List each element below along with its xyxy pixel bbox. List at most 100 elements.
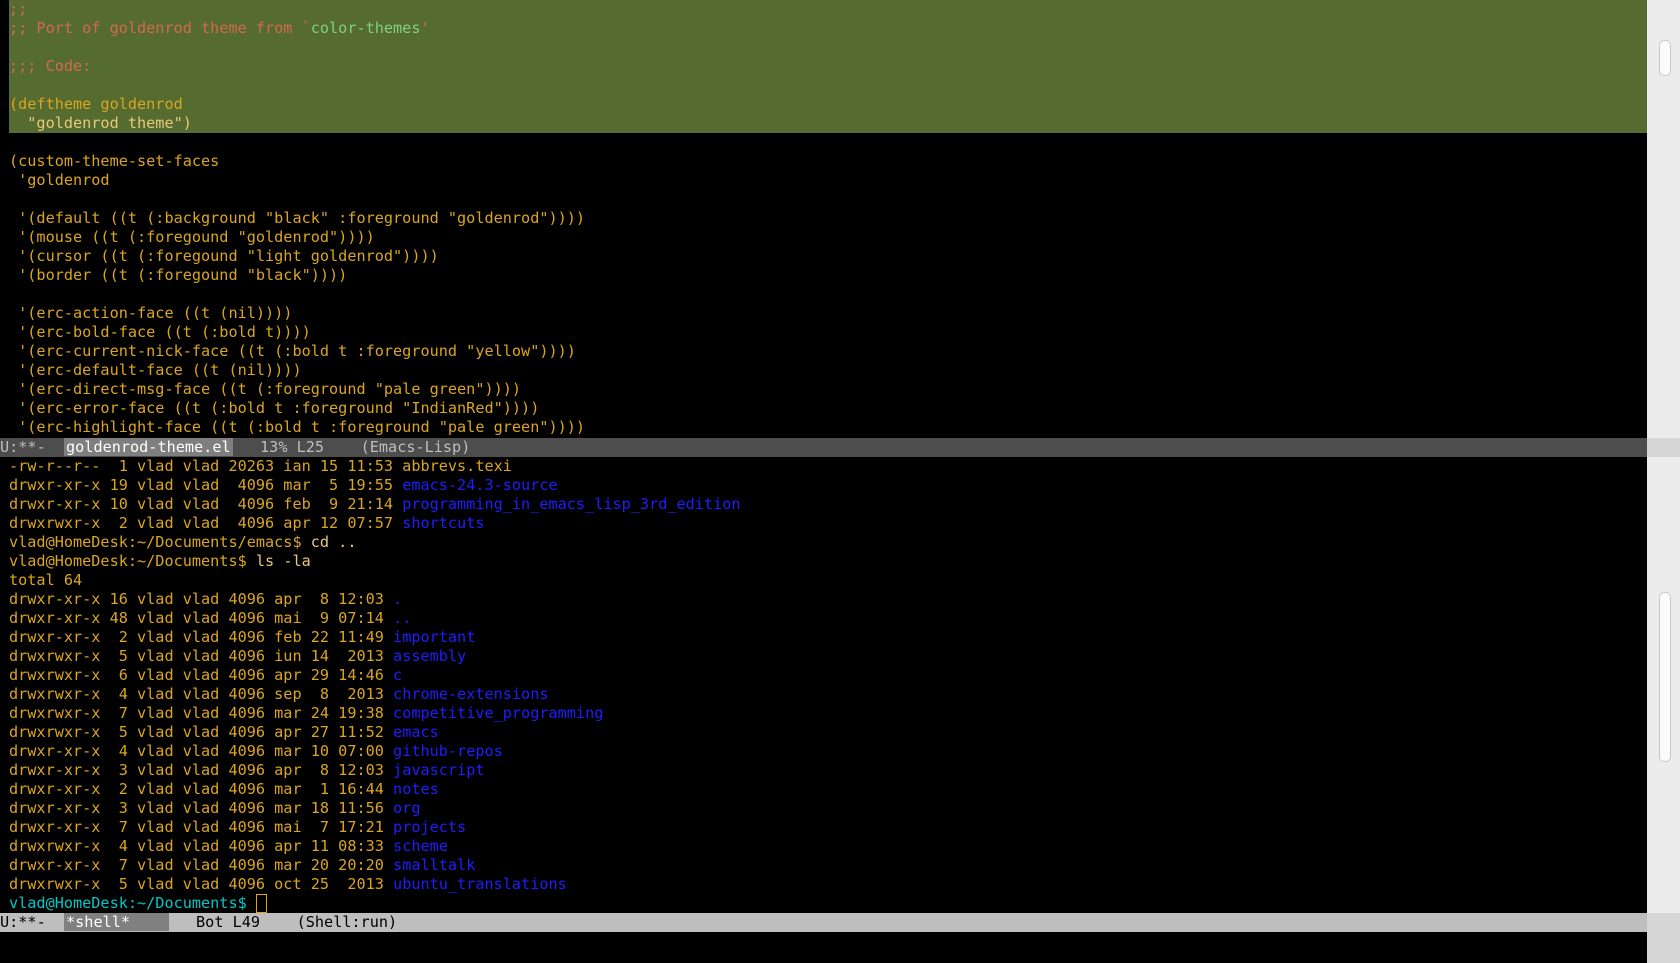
shell-line[interactable]: drwxr-xr-x 10 vlad vlad 4096 feb 9 21:14…	[9, 495, 1647, 514]
source-line[interactable]: "goldenrod theme")	[9, 114, 1647, 133]
mode-line-theme-buffer[interactable]: U:**- goldenrod-theme.el 13% L25 (Emacs-…	[0, 438, 1680, 457]
source-line[interactable]: '(erc-error-face ((t (:bold t :foregroun…	[9, 399, 1647, 418]
source-line[interactable]	[9, 133, 1647, 152]
mode-line-buffer-name[interactable]: goldenrod-theme.el	[64, 438, 233, 456]
shell-line-text: competitive_programming	[393, 704, 604, 722]
mode-line-major-mode[interactable]: (Emacs-Lisp)	[361, 438, 471, 456]
shell-line-text: total 64	[9, 571, 83, 589]
source-line[interactable]: '(cursor ((t (:foregound "light goldenro…	[9, 247, 1647, 266]
shell-scrollbar-thumb[interactable]	[1659, 592, 1671, 762]
source-line[interactable]: '(erc-action-face ((t (nil))))	[9, 304, 1647, 323]
shell-line[interactable]: drwxrwxr-x 4 vlad vlad 4096 apr 11 08:33…	[9, 837, 1647, 856]
source-line-text: (custom-theme-set-faces	[9, 152, 220, 170]
shell-line-text: emacs	[393, 723, 439, 741]
theme-source-buffer[interactable]: ;;;; Port of goldenrod theme from `color…	[9, 0, 1647, 437]
source-line[interactable]: '(mouse ((t (:foregound "goldenrod"))))	[9, 228, 1647, 247]
shell-line[interactable]: drwxr-xr-x 4 vlad vlad 4096 mar 10 07:00…	[9, 742, 1647, 761]
source-line[interactable]: (custom-theme-set-faces	[9, 152, 1647, 171]
shell-line[interactable]: drwxr-xr-x 19 vlad vlad 4096 mar 5 19:55…	[9, 476, 1647, 495]
source-line-text: "goldenrod theme")	[9, 114, 192, 132]
shell-line-text: github-repos	[393, 742, 503, 760]
source-line[interactable]: '(erc-bold-face ((t (:bold t))))	[9, 323, 1647, 342]
source-line-text: '(erc-default-face ((t (nil))))	[9, 361, 302, 379]
shell-line-text: drwxr-xr-x 10 vlad vlad 4096 feb 9 21:14	[9, 495, 403, 513]
shell-line-text: drwxrwxr-x 5 vlad vlad 4096 apr 27 11:52	[9, 723, 394, 741]
mode-line-status: U:**-	[0, 913, 65, 931]
shell-line[interactable]: drwxrwxr-x 5 vlad vlad 4096 oct 25 2013 …	[9, 875, 1647, 894]
shell-line[interactable]: -rw-r--r-- 1 vlad vlad 20263 ian 15 11:5…	[9, 457, 1647, 476]
theme-editor-window[interactable]: ;;;; Port of goldenrod theme from `color…	[9, 0, 1647, 438]
source-line-text: '(erc-bold-face ((t (:bold t))))	[9, 323, 311, 341]
shell-line[interactable]: drwxrwxr-x 6 vlad vlad 4096 apr 29 14:46…	[9, 666, 1647, 685]
shell-line[interactable]: vlad@HomeDesk:~/Documents$	[9, 894, 1647, 913]
source-line[interactable]: '(default ((t (:background "black" :fore…	[9, 209, 1647, 228]
source-line[interactable]: ;;	[9, 0, 1647, 19]
source-line-text: '	[420, 19, 430, 37]
shell-line-text: drwxr-xr-x 2 vlad vlad 4096 mar 1 16:44	[9, 780, 394, 798]
shell-line-text: vlad@HomeDesk:~/Documents$	[9, 552, 256, 570]
shell-line-text: drwxrwxr-x 6 vlad vlad 4096 apr 29 14:46	[9, 666, 394, 684]
shell-line-text: ls -la	[255, 552, 311, 570]
shell-line-text: ubuntu_translations	[393, 875, 567, 893]
source-line[interactable]: '(erc-default-face ((t (nil))))	[9, 361, 1647, 380]
source-line[interactable]	[9, 190, 1647, 209]
source-line-text: ;;	[9, 0, 28, 18]
source-line-text: (deftheme goldenrod	[9, 95, 183, 113]
shell-line-text: notes	[393, 780, 439, 798]
mode-line-shell-buffer[interactable]: U:**- *shell* Bot L49 (Shell:run)	[0, 913, 1680, 932]
shell-line-text: drwxr-xr-x 3 vlad vlad 4096 mar 18 11:56	[9, 799, 394, 817]
source-line[interactable]: 'goldenrod	[9, 171, 1647, 190]
source-line-text: '(border ((t (:foregound "black"))))	[9, 266, 348, 284]
source-line[interactable]: '(erc-highlight-face ((t (:bold t :foreg…	[9, 418, 1647, 437]
mode-line-major-mode[interactable]: (Shell:run)	[297, 913, 398, 931]
shell-line[interactable]: drwxrwxr-x 2 vlad vlad 4096 apr 12 07:57…	[9, 514, 1647, 533]
shell-line[interactable]: drwxrwxr-x 4 vlad vlad 4096 sep 8 2013 c…	[9, 685, 1647, 704]
shell-window[interactable]: -rw-r--r-- 1 vlad vlad 20263 ian 15 11:5…	[9, 457, 1647, 913]
shell-line-text: cd ..	[310, 533, 357, 551]
shell-line[interactable]: drwxr-xr-x 48 vlad vlad 4096 mai 9 07:14…	[9, 609, 1647, 628]
source-line[interactable]: ;;; Code:	[9, 57, 1647, 76]
shell-line-text: drwxrwxr-x 4 vlad vlad 4096 sep 8 2013	[9, 685, 394, 703]
shell-line[interactable]: drwxrwxr-x 5 vlad vlad 4096 apr 27 11:52…	[9, 723, 1647, 742]
source-line[interactable]	[9, 285, 1647, 304]
source-line[interactable]	[9, 76, 1647, 95]
theme-scrollbar-thumb[interactable]	[1659, 40, 1671, 76]
shell-line[interactable]: drwxrwxr-x 5 vlad vlad 4096 iun 14 2013 …	[9, 647, 1647, 666]
source-line[interactable]: '(erc-current-nick-face ((t (:bold t :fo…	[9, 342, 1647, 361]
shell-line[interactable]: drwxr-xr-x 7 vlad vlad 4096 mar 20 20:20…	[9, 856, 1647, 875]
source-line-text: '(mouse ((t (:foregound "goldenrod"))))	[9, 228, 375, 246]
mode-line-buffer-name[interactable]: *shell*	[64, 913, 169, 931]
source-line[interactable]: (deftheme goldenrod	[9, 95, 1647, 114]
shell-line-text: emacs-24.3-source	[402, 476, 558, 494]
shell-line[interactable]: drwxr-xr-x 3 vlad vlad 4096 apr 8 12:03 …	[9, 761, 1647, 780]
shell-buffer-scrollbar[interactable]	[1647, 457, 1680, 913]
shell-line[interactable]: drwxr-xr-x 7 vlad vlad 4096 mai 7 17:21 …	[9, 818, 1647, 837]
bottom-scroll-corner	[1647, 913, 1680, 963]
mode-line-status: U:**-	[0, 438, 65, 456]
shell-line[interactable]: vlad@HomeDesk:~/Documents/emacs$ cd ..	[9, 533, 1647, 552]
shell-line[interactable]: drwxr-xr-x 2 vlad vlad 4096 mar 1 16:44 …	[9, 780, 1647, 799]
shell-line-text: drwxr-xr-x 19 vlad vlad 4096 mar 5 19:55	[9, 476, 403, 494]
source-line[interactable]	[9, 38, 1647, 57]
shell-line-text: important	[393, 628, 476, 646]
shell-line-text: drwxr-xr-x 16 vlad vlad 4096 apr 8 12:03	[9, 590, 394, 608]
shell-line-text: drwxrwxr-x 2 vlad vlad 4096 apr 12 07:57	[9, 514, 403, 532]
shell-line[interactable]: drwxr-xr-x 16 vlad vlad 4096 apr 8 12:03…	[9, 590, 1647, 609]
source-line[interactable]: '(border ((t (:foregound "black"))))	[9, 266, 1647, 285]
shell-line-text: org	[393, 799, 421, 817]
emacs-frame: ;;;; Port of goldenrod theme from `color…	[0, 0, 1647, 963]
shell-line-text: vlad@HomeDesk:~/Documents/emacs$	[9, 533, 311, 551]
shell-line-text: projects	[393, 818, 467, 836]
source-line[interactable]: '(erc-direct-msg-face ((t (:foreground "…	[9, 380, 1647, 399]
shell-line[interactable]: drwxrwxr-x 7 vlad vlad 4096 mar 24 19:38…	[9, 704, 1647, 723]
source-line[interactable]: ;; Port of goldenrod theme from `color-t…	[9, 19, 1647, 38]
shell-line[interactable]: total 64	[9, 571, 1647, 590]
shell-line-text: scheme	[393, 837, 448, 855]
shell-line-text: drwxrwxr-x 7 vlad vlad 4096 mar 24 19:38	[9, 704, 394, 722]
shell-line[interactable]: vlad@HomeDesk:~/Documents$ ls -la	[9, 552, 1647, 571]
source-line-text: '(erc-current-nick-face ((t (:bold t :fo…	[9, 342, 576, 360]
shell-line[interactable]: drwxr-xr-x 2 vlad vlad 4096 feb 22 11:49…	[9, 628, 1647, 647]
shell-output-buffer[interactable]: -rw-r--r-- 1 vlad vlad 20263 ian 15 11:5…	[9, 457, 1647, 913]
theme-buffer-scrollbar[interactable]	[1647, 0, 1680, 438]
shell-line[interactable]: drwxr-xr-x 3 vlad vlad 4096 mar 18 11:56…	[9, 799, 1647, 818]
